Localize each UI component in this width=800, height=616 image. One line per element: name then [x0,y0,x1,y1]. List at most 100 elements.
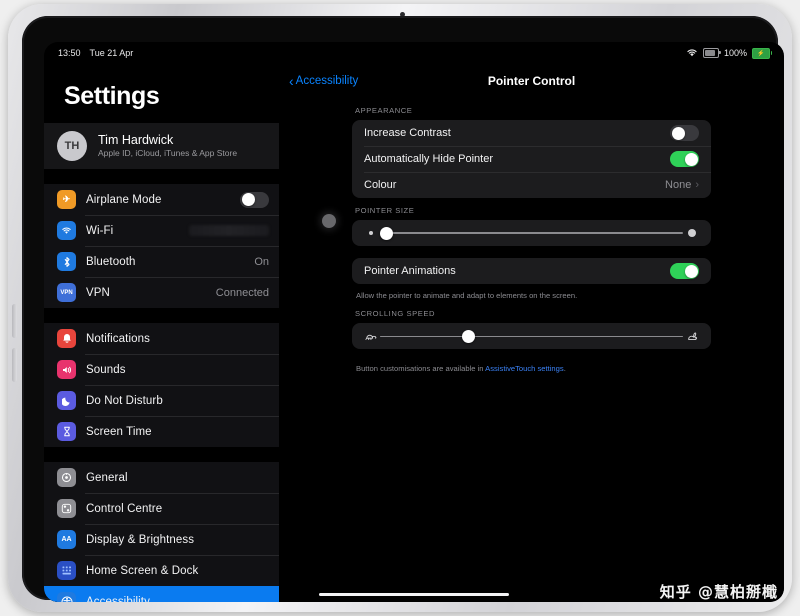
pointer-animations-toggle[interactable] [670,263,699,279]
pointer-animations-card: Pointer Animations [352,258,711,284]
home-indicator[interactable] [319,592,509,596]
control-centre-icon [57,499,76,518]
battery-percent-label: 100% [723,48,747,58]
chevron-right-icon: › [695,179,699,191]
sidebar-item-airplane-mode[interactable]: ✈ Airplane Mode [44,184,279,215]
assistive-touch-footnote: Button customisations are available in A… [352,349,711,374]
apple-id-row[interactable]: TH Tim Hardwick Apple ID, iCloud, iTunes… [44,123,279,169]
ipad-screen: 13:50 Tue 21 Apr 100% ⚡ Settings TH Tim … [44,42,784,602]
colour-value: None [665,179,692,191]
sidebar-item-general[interactable]: General [44,462,279,493]
sidebar-item-vpn[interactable]: VPN VPN Connected [44,277,279,308]
wifi-icon [57,221,76,240]
ipad-device-frame: 13:50 Tue 21 Apr 100% ⚡ Settings TH Tim … [8,4,792,612]
sidebar-item-label: Screen Time [86,425,152,438]
chevron-left-icon: ‹ [289,72,294,89]
volume-down-button[interactable] [12,348,17,382]
row-label: Pointer Animations [364,265,456,277]
row-automatically-hide-pointer[interactable]: Automatically Hide Pointer [352,146,711,172]
sidebar-item-label: Control Centre [86,502,163,515]
sidebar-item-screen-time[interactable]: Screen Time [44,416,279,447]
status-bar: 13:50 Tue 21 Apr 100% ⚡ [44,42,784,64]
sidebar-group-alerts: Notifications Sounds Do Not Disturb Scre… [44,323,279,447]
sidebar-item-label: Airplane Mode [86,193,162,206]
scrolling-speed-card [352,323,711,350]
status-bar-right: 100% ⚡ [686,47,772,59]
row-label: Automatically Hide Pointer [364,153,494,165]
notifications-icon [57,329,76,348]
sidebar-item-home-screen-dock[interactable]: Home Screen & Dock [44,555,279,586]
sidebar-item-label: Display & Brightness [86,533,195,546]
back-button[interactable]: ‹ Accessibility [289,72,359,89]
sidebar-item-display-brightness[interactable]: AA Display & Brightness [44,524,279,555]
airplane-mode-toggle[interactable] [240,191,269,208]
bluetooth-status-value: On [254,255,269,268]
status-bar-left: 13:50 Tue 21 Apr [58,48,133,58]
sidebar-item-label: VPN [86,286,110,299]
small-dot-icon [362,231,380,235]
wifi-network-value-redacted [189,225,269,236]
sidebar-item-do-not-disturb[interactable]: Do Not Disturb [44,385,279,416]
hourglass-icon [57,422,76,441]
detail-nav-bar: ‹ Accessibility Pointer Control [279,64,784,98]
sidebar-group-connectivity: ✈ Airplane Mode Wi-Fi Bluetooth On VPN V… [44,184,279,308]
row-label: Colour [364,179,397,191]
sidebar-item-label: Home Screen & Dock [86,564,199,577]
detail-content: APPEARANCE Increase Contrast Automatical… [279,98,784,375]
profile-name: Tim Hardwick [98,132,174,147]
sidebar-item-label: General [86,471,128,484]
wifi-icon [686,48,698,59]
sidebar-item-label: Bluetooth [86,255,136,268]
sounds-icon [57,360,76,379]
automatically-hide-pointer-toggle[interactable] [670,151,699,167]
sidebar-item-wifi[interactable]: Wi-Fi [44,215,279,246]
avatar: TH [57,131,87,161]
screenshot-stage: 13:50 Tue 21 Apr 100% ⚡ Settings TH Tim … [0,0,800,616]
page-title: Settings [64,82,160,110]
display-brightness-icon: AA [57,530,76,549]
vpn-icon: VPN [57,283,76,302]
gear-icon [57,468,76,487]
footnote-prefix: Button customisations are available in [356,364,486,374]
profile-subtitle: Apple ID, iCloud, iTunes & App Store [98,148,238,159]
moon-icon [57,391,76,410]
vpn-status-value: Connected [215,286,269,299]
volume-up-button[interactable] [12,304,17,338]
slider-track [380,335,683,338]
row-label: Increase Contrast [364,127,451,139]
sidebar-item-sounds[interactable]: Sounds [44,354,279,385]
pointer-dot [322,214,336,228]
row-pointer-animations[interactable]: Pointer Animations [352,258,711,284]
row-increase-contrast[interactable]: Increase Contrast [352,120,711,146]
sidebar-item-control-centre[interactable]: Control Centre [44,493,279,524]
pointer-size-slider[interactable] [380,225,683,241]
status-date: Tue 21 Apr [89,48,134,58]
pointer-size-card [352,220,711,246]
sidebar-item-bluetooth[interactable]: Bluetooth On [44,246,279,277]
battery-outline-icon [702,48,721,58]
slider-thumb[interactable] [461,329,475,343]
accessibility-icon [57,592,76,602]
pointer-control-detail: ‹ Accessibility Pointer Control APPEARAN… [279,64,784,602]
scrolling-speed-slider[interactable] [380,328,683,344]
sidebar-item-label: Notifications [86,332,150,345]
increase-contrast-toggle[interactable] [670,125,699,141]
sidebar-item-notifications[interactable]: Notifications [44,323,279,354]
slider-track [380,232,683,234]
settings-sidebar[interactable]: Settings TH Tim Hardwick Apple ID, iClou… [44,64,279,602]
slider-thumb[interactable] [380,226,393,240]
profile-group: TH Tim Hardwick Apple ID, iCloud, iTunes… [44,123,279,169]
battery-charging-icon: ⚡ [752,47,772,59]
assistive-touch-link[interactable]: AssistiveTouch settings [485,364,564,373]
watermark: 知乎 @慧柏掰檝 [659,583,778,601]
scrolling-speed-section-header: SCROLLING SPEED [355,309,435,319]
back-button-label: Accessibility [295,75,359,87]
airplane-icon: ✈ [57,190,76,209]
sidebar-item-label: Accessibility [86,595,150,603]
sidebar-item-accessibility[interactable]: Accessibility [44,586,279,602]
sidebar-group-system: General Control Centre AA Display & Brig… [44,462,279,602]
sidebar-item-label: Do Not Disturb [86,394,163,407]
split-view: Settings TH Tim Hardwick Apple ID, iClou… [44,64,784,602]
appearance-section-header: APPEARANCE [355,106,413,115]
row-colour[interactable]: Colour None › [352,172,711,198]
